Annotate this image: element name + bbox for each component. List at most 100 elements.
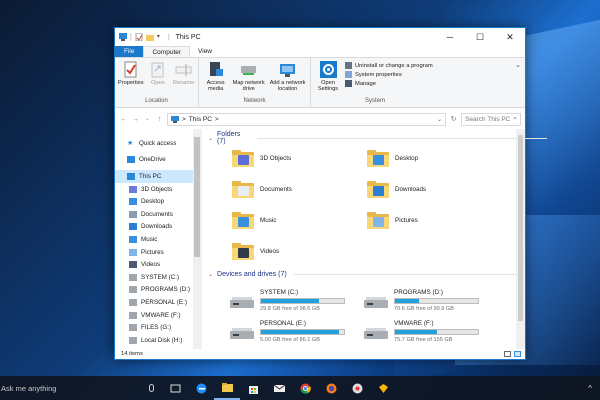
close-button[interactable]: ✕ bbox=[495, 28, 525, 46]
tab-file[interactable]: File bbox=[115, 46, 144, 57]
ribbon-collapse-chevron-icon[interactable]: ⌄ bbox=[511, 58, 525, 107]
chrome-button[interactable] bbox=[292, 376, 318, 400]
tab-computer[interactable]: Computer bbox=[143, 46, 191, 57]
folder-item[interactable]: 3D Objects bbox=[232, 149, 291, 167]
drive-icon bbox=[129, 273, 137, 281]
uninstall-label: Uninstall or change a program bbox=[355, 62, 433, 69]
drive-item[interactable]: PERSONAL (E:) 5.00 GB free of 86.1 GB bbox=[230, 320, 345, 343]
maximize-button[interactable]: ☐ bbox=[465, 28, 495, 46]
address-dropdown-chevron-icon[interactable]: ⌄ bbox=[437, 116, 442, 123]
folder-item[interactable]: Documents bbox=[232, 180, 292, 198]
folder-icon bbox=[232, 180, 254, 198]
address-input[interactable]: > This PC > ⌄ bbox=[167, 112, 446, 126]
access-media-button[interactable]: Access media bbox=[202, 60, 229, 98]
open-button[interactable]: Open bbox=[147, 60, 170, 98]
open-settings-button[interactable]: Open Settings bbox=[314, 60, 342, 98]
computer-icon bbox=[171, 115, 179, 123]
sidebar-item[interactable]: Videos bbox=[115, 258, 201, 271]
folder-item[interactable]: Downloads bbox=[367, 180, 426, 198]
properties-icon[interactable] bbox=[135, 32, 143, 42]
sidebar-item-label: PERSONAL (E:) bbox=[141, 298, 187, 306]
system-group: Open Settings Uninstall or change a prog… bbox=[311, 58, 439, 107]
scrollbar-thumb[interactable] bbox=[518, 135, 523, 321]
folder-item[interactable]: Desktop bbox=[367, 149, 418, 167]
drive-item[interactable]: PROGRAMS (D:) 70.6 GB free of 99.9 GB bbox=[364, 289, 479, 312]
sidebar-item[interactable]: Local Disk (H:) bbox=[115, 334, 201, 347]
sidebar-item[interactable]: Music bbox=[115, 233, 201, 246]
folder-label: Pictures bbox=[395, 216, 418, 224]
sidebar-item[interactable]: PERSONAL (E:) bbox=[115, 296, 201, 309]
store-button[interactable] bbox=[240, 376, 266, 400]
manage-button[interactable]: Manage bbox=[345, 80, 433, 87]
sketch-button[interactable] bbox=[370, 376, 396, 400]
section-divider bbox=[293, 274, 524, 275]
collapse-chevron-icon[interactable]: ⌄ bbox=[208, 135, 213, 142]
cube-icon bbox=[129, 185, 137, 193]
folder-label: Documents bbox=[260, 185, 292, 193]
computer-icon bbox=[119, 33, 127, 41]
tiles-view-icon[interactable] bbox=[514, 351, 521, 357]
access-media-label: Access media bbox=[206, 80, 225, 92]
minimize-button[interactable]: ─ bbox=[435, 28, 465, 46]
navigation-scrollbar[interactable] bbox=[193, 129, 201, 349]
folder-item[interactable]: Pictures bbox=[367, 211, 418, 229]
collapse-chevron-icon[interactable]: ⌄ bbox=[208, 271, 213, 278]
map-network-drive-button[interactable]: Map network drive bbox=[232, 60, 265, 98]
drive-item[interactable]: SYSTEM (C:) 29.8 GB free of 98.6 GB bbox=[230, 289, 345, 312]
edge-button[interactable] bbox=[188, 376, 214, 400]
items-scrollbar[interactable] bbox=[516, 129, 525, 349]
folder-item[interactable]: Music bbox=[232, 211, 276, 229]
sidebar-item[interactable]: This PC bbox=[115, 170, 201, 183]
tab-view[interactable]: View bbox=[190, 46, 220, 57]
sidebar-item[interactable]: PROGRAMS (D:) bbox=[115, 284, 201, 297]
back-arrow-icon[interactable]: ← bbox=[119, 116, 128, 123]
uninstall-icon bbox=[345, 62, 352, 69]
new-folder-icon[interactable] bbox=[145, 33, 154, 41]
mail-button[interactable] bbox=[266, 376, 292, 400]
folder-icon bbox=[232, 149, 254, 167]
folders-section-header[interactable]: ⌄ Folders (7) bbox=[208, 131, 548, 145]
firefox-button[interactable] bbox=[318, 376, 344, 400]
customize-qa-chevron-icon[interactable]: ▾ bbox=[157, 33, 165, 41]
sidebar-item[interactable]: Desktop bbox=[115, 195, 201, 208]
up-arrow-icon[interactable]: ↑ bbox=[155, 116, 164, 123]
tray-chevron-icon[interactable]: ^ bbox=[588, 384, 592, 393]
search-placeholder: Search This PC bbox=[465, 115, 511, 123]
scrollbar-thumb[interactable] bbox=[194, 137, 200, 257]
forward-arrow-icon[interactable]: → bbox=[131, 116, 140, 123]
microphone-icon[interactable] bbox=[149, 384, 154, 392]
recent-locations-chevron-icon[interactable]: ⌄ bbox=[143, 116, 152, 122]
folder-item[interactable]: Videos bbox=[232, 242, 279, 260]
drive-free-space: 29.8 GB free of 98.6 GB bbox=[260, 306, 321, 312]
refresh-icon[interactable]: ↻ bbox=[449, 115, 458, 123]
rename-button[interactable]: Rename bbox=[172, 60, 195, 98]
sidebar-item[interactable]: ★ Quick access bbox=[115, 137, 201, 150]
drive-icon bbox=[129, 311, 137, 319]
cortana-search-box[interactable]: Ask me anything bbox=[0, 376, 162, 400]
sidebar-item[interactable]: Pictures bbox=[115, 246, 201, 259]
media-button[interactable] bbox=[344, 376, 370, 400]
file-explorer-button[interactable] bbox=[214, 376, 240, 400]
add-network-location-button[interactable]: Add a network location bbox=[268, 60, 307, 98]
properties-button[interactable]: Properties bbox=[118, 60, 144, 98]
sidebar-item[interactable]: FILES (G:) bbox=[115, 321, 201, 334]
sidebar-item[interactable]: 3D Objects bbox=[115, 183, 201, 196]
drives-section-header[interactable]: ⌄ Devices and drives (7) bbox=[208, 271, 524, 278]
details-view-icon[interactable] bbox=[504, 351, 511, 357]
sidebar-item[interactable]: OneDrive bbox=[115, 154, 201, 167]
folder-icon bbox=[232, 211, 254, 229]
sidebar-item-label: Quick access bbox=[139, 139, 177, 147]
location-group: Properties Open Rename Location bbox=[115, 58, 199, 107]
sidebar-item[interactable]: SYSTEM (C:) bbox=[115, 271, 201, 284]
system-properties-button[interactable]: System properties bbox=[345, 71, 433, 78]
taskbar: Ask me anything ^ bbox=[0, 376, 600, 400]
sidebar-item[interactable]: VMWARE (F:) bbox=[115, 309, 201, 322]
search-input[interactable]: Search This PC ⌕ bbox=[461, 112, 521, 126]
uninstall-program-button[interactable]: Uninstall or change a program bbox=[345, 62, 433, 69]
system-properties-icon bbox=[345, 71, 352, 78]
sidebar-item[interactable]: Downloads bbox=[115, 221, 201, 234]
drive-item[interactable]: VMWARE (F:) 75.7 GB free of 155 GB bbox=[364, 320, 479, 343]
title-bar[interactable]: | ▾ | This PC ─ ☐ ✕ bbox=[115, 28, 525, 46]
task-view-button[interactable] bbox=[162, 376, 188, 400]
sidebar-item[interactable]: Documents bbox=[115, 208, 201, 221]
